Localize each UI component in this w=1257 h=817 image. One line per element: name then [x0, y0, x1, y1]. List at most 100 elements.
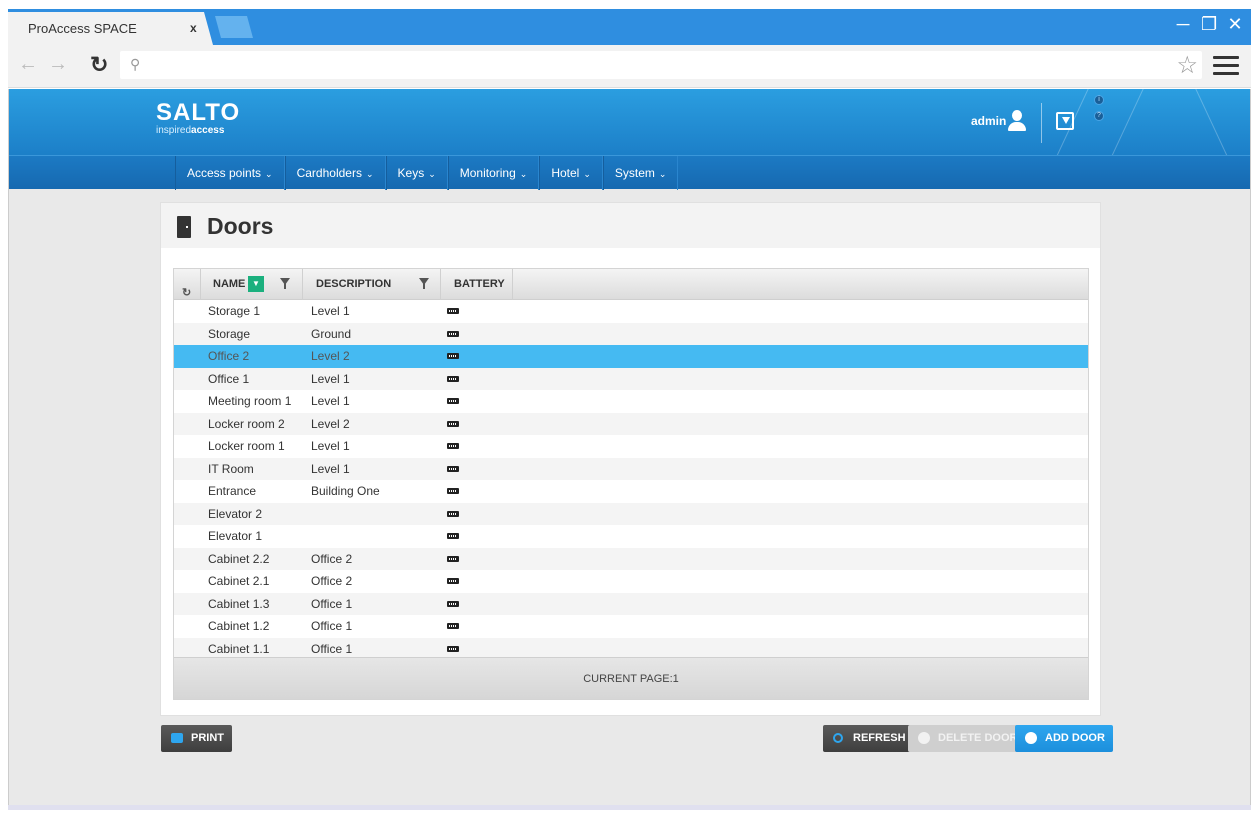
door-icon [177, 216, 191, 238]
table-row[interactable]: Locker room 2 Level 2 [174, 412, 1088, 435]
printer-icon [171, 733, 183, 743]
cell-name: Entrance [208, 484, 257, 498]
nav-cardholders[interactable]: Cardholders ⌄ [284, 156, 386, 190]
back-arrow-icon[interactable]: ← [18, 53, 38, 76]
cell-name: Elevator 2 [208, 506, 263, 521]
nav-hotel[interactable]: Hotel ⌄ [539, 156, 603, 190]
cell-name: Storage [208, 326, 251, 341]
cell-name: Cabinet 2.1 [208, 574, 270, 588]
table-row[interactable]: IT Room Level 1 [174, 457, 1088, 480]
refresh-button-label: REFRESH [853, 732, 906, 744]
battery-icon [447, 600, 459, 607]
nav-access-points[interactable]: Access points ⌄ [175, 156, 285, 190]
table-row-selected[interactable]: Office 2 Level 2 [174, 345, 1088, 368]
chevron-down-icon: ⌄ [265, 169, 273, 179]
refresh-button[interactable]: REFRESH [823, 725, 914, 752]
minimize-icon[interactable]: ─ [1175, 14, 1191, 35]
window-controls: ─ ❐ ✕ [1175, 14, 1243, 35]
refresh-column-cell[interactable]: ↻ [174, 269, 201, 300]
table-row[interactable]: Storage 1 Level 1 [174, 300, 1088, 323]
column-description[interactable]: DESCRIPTION [303, 269, 441, 300]
battery-icon [447, 330, 459, 337]
battery-icon [447, 510, 459, 517]
cell-description: Level 2 [311, 349, 350, 363]
table-body: Storage 1 Level 1 Storage Ground Office 2 L… [174, 300, 1088, 660]
column-description-label: DESCRIPTION [316, 278, 392, 290]
table-row[interactable]: Locker room 1 Level 1 [174, 435, 1088, 458]
column-name[interactable]: NAME ▼ [201, 269, 303, 300]
battery-icon [447, 398, 459, 404]
user-name[interactable]: admin [971, 114, 1006, 128]
salto-logo[interactable]: SALTO inspiredaccess [156, 99, 240, 136]
table-header: ↻ NAME ▼ DESCRIPTION BATTERY [174, 269, 1088, 300]
browser-menu-icon[interactable] [1213, 56, 1239, 80]
column-battery-label: BATTERY [454, 278, 505, 290]
main-nav: Access points ⌄ Cardholders ⌄ Keys ⌄ Monito… [9, 155, 1250, 190]
cell-name: Cabinet 1.3 [208, 596, 270, 611]
new-tab-button[interactable] [215, 16, 253, 38]
table-row[interactable]: Meeting room 1 Level 1 [174, 390, 1088, 413]
cell-name: Cabinet 1.2 [208, 619, 270, 633]
sort-down-icon[interactable]: ▼ [248, 276, 264, 292]
nav-monitoring[interactable]: Monitoring ⌄ [447, 156, 540, 190]
cell-description: Ground [311, 326, 352, 341]
print-button[interactable]: PRINT [161, 725, 232, 752]
battery-icon [447, 308, 459, 314]
table-row[interactable]: Entrance Building One [174, 480, 1088, 503]
address-bar[interactable]: ⚲ [120, 51, 1202, 79]
table-row[interactable]: Cabinet 1.3 Office 1 [174, 592, 1088, 615]
table-row[interactable]: Cabinet 2.1 Office 2 [174, 570, 1088, 593]
tab-close-icon[interactable]: x [190, 21, 197, 35]
cell-name: IT Room [208, 461, 254, 476]
close-icon[interactable]: ✕ [1227, 14, 1243, 35]
cell-description: Office 2 [311, 574, 353, 588]
battery-icon [447, 375, 459, 382]
chevron-down-icon: ⌄ [519, 169, 528, 179]
tab-title: ProAccess SPACE [28, 21, 137, 36]
plus-circle-icon [1025, 732, 1037, 744]
battery-icon [447, 488, 459, 494]
table-row[interactable]: Office 1 Level 1 [174, 367, 1088, 390]
filter-icon[interactable] [280, 278, 290, 289]
cell-name: Office 2 [208, 349, 250, 363]
app-area: SALTO inspiredaccess admin i ? Access po… [8, 89, 1251, 807]
table-row[interactable]: Elevator 1 [174, 525, 1088, 548]
nav-keys[interactable]: Keys ⌄ [385, 156, 448, 190]
delete-door-button[interactable]: DELETE DOOR [908, 725, 1026, 752]
help-icon[interactable]: ? [1094, 111, 1104, 121]
table-row[interactable]: Cabinet 1.2 Office 1 [174, 615, 1088, 638]
forward-arrow-icon[interactable]: → [48, 53, 68, 76]
cell-name: Elevator 1 [208, 529, 263, 543]
chevron-down-icon: ⌄ [583, 169, 591, 179]
bookmark-star-icon[interactable]: ☆ [1176, 51, 1198, 80]
cell-name: Locker room 1 [208, 439, 285, 453]
cell-description: Level 1 [311, 439, 350, 453]
doors-table: ↻ NAME ▼ DESCRIPTION BATTERY Storage 1 L… [173, 268, 1089, 700]
battery-icon [447, 353, 459, 359]
add-door-button[interactable]: ADD DOOR [1015, 725, 1113, 752]
table-row[interactable]: Elevator 2 [174, 502, 1088, 525]
cell-description: Level 1 [311, 304, 350, 318]
reload-icon[interactable]: ↻ [90, 52, 108, 78]
battery-icon [447, 533, 459, 539]
cell-description: Level 2 [311, 416, 350, 431]
download-icon[interactable] [1056, 112, 1074, 130]
app-bottom-edge [8, 805, 1251, 810]
filter-icon[interactable] [419, 278, 429, 289]
column-battery[interactable]: BATTERY [441, 269, 513, 300]
table-row[interactable]: Storage Ground [174, 322, 1088, 345]
nav-system[interactable]: System ⌄ [602, 156, 679, 190]
logo-brand: SALTO [156, 99, 241, 126]
app-header: SALTO inspiredaccess admin i ? [9, 89, 1250, 155]
battery-icon [447, 645, 459, 652]
delete-door-button-label: DELETE DOOR [938, 732, 1018, 744]
battery-icon [447, 465, 459, 472]
restore-icon[interactable]: ❐ [1201, 14, 1217, 35]
info-icon[interactable]: i [1094, 95, 1104, 105]
browser-tab[interactable]: ProAccess SPACE x [8, 12, 213, 45]
table-row[interactable]: Cabinet 2.2 Office 2 [174, 547, 1088, 570]
column-name-label: NAME [213, 278, 246, 290]
browser-window: ProAccess SPACE x ─ ❐ ✕ ← → ↻ ⚲ ☆ SALTO … [0, 0, 1257, 817]
battery-icon [447, 623, 459, 629]
user-icon[interactable] [1007, 110, 1027, 132]
